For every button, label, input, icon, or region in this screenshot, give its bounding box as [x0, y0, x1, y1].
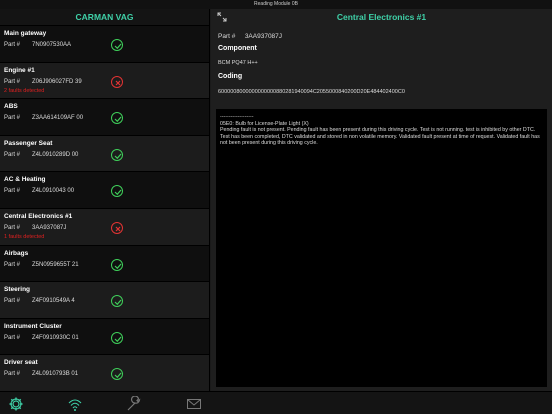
check-icon: [111, 185, 123, 198]
status-bar: Reading Module 0B: [0, 0, 552, 9]
module-detail-panel: Central Electronics #1 Part # 3AA937087J…: [211, 9, 552, 391]
fault-separator: -------------------: [220, 114, 254, 120]
module-row[interactable]: Airbags Part # Z5N0959655T 21: [0, 245, 209, 283]
module-part-value: Z06J906027FD 39: [32, 78, 82, 85]
tab-bar: [0, 391, 552, 414]
wrench-icon[interactable]: [126, 396, 142, 412]
check-icon: [111, 368, 123, 381]
check-icon: [111, 112, 123, 125]
module-part-label: Part #: [4, 151, 21, 158]
module-name: Central Electronics #1: [4, 212, 73, 220]
app-title: CARMAN VAG: [0, 9, 209, 26]
check-icon: [111, 331, 123, 344]
wifi-icon[interactable]: [67, 396, 83, 412]
fault-description: Pending fault is not present. Pending fa…: [220, 127, 540, 147]
module-part-row: Part # Z4L0910793B 01: [4, 371, 205, 377]
module-part-row: Part # 7N0907530AA: [4, 42, 205, 48]
module-row[interactable]: Driver seat Part # Z4L0910793B 01: [0, 355, 209, 391]
module-row[interactable]: ABS Part # Z3AA614109AF 00: [0, 99, 209, 136]
module-part-row: Part # Z4F0910549A 4: [4, 298, 205, 304]
module-list: Main gateway Part # 7N0907530AA Engine #1 Pa…: [0, 26, 209, 391]
module-part-label: Part #: [4, 42, 21, 48]
coding-label: Coding: [218, 73, 243, 80]
detail-part-row: Part # 3AA937087J: [218, 33, 282, 40]
module-part-label: Part #: [4, 224, 21, 231]
module-part-value: Z3AA614109AF 00: [32, 115, 84, 122]
check-icon: [111, 39, 123, 51]
module-part-value: Z4L0910793B 01: [32, 371, 79, 378]
module-part-row: Part # Z4L0910289D 00: [4, 152, 205, 158]
module-part-row: Part # Z5N0959655T 21: [4, 262, 205, 268]
module-part-value: Z4L0910289D 00: [32, 151, 79, 158]
module-name: Driver seat: [4, 359, 38, 367]
module-part-label: Part #: [4, 78, 21, 85]
module-part-row: Part # Z06J906027FD 39: [4, 79, 205, 85]
coding-value: 6000008000000000000880281940094C20550008…: [218, 89, 405, 95]
module-part-row: Part # Z4L0910043 00: [4, 188, 205, 194]
module-part-label: Part #: [4, 371, 21, 378]
expand-icon[interactable]: [217, 12, 227, 22]
module-row[interactable]: Steering Part # Z4F0910549A 4: [0, 282, 209, 319]
module-name: Instrument Cluster: [4, 322, 62, 330]
module-part-value: Z4L0910043 00: [32, 188, 75, 195]
check-icon: [111, 295, 123, 308]
check-icon: [111, 258, 123, 271]
module-list-panel: CARMAN VAG Main gateway Part # 7N0907530AA…: [0, 9, 210, 391]
module-name: Airbags: [4, 249, 29, 257]
status-bar-title: Reading Module 0B: [254, 1, 298, 7]
component-value: BCM PQ47 H++: [218, 60, 258, 66]
module-name: Engine #1: [4, 66, 35, 74]
module-part-label: Part #: [4, 334, 21, 341]
module-row[interactable]: AC & Heating Part # Z4L0910043 00: [0, 172, 209, 209]
fault-code-title: 05E0: Bulb for License-Plate Light (X): [220, 120, 309, 127]
detail-title: Central Electronics #1: [336, 12, 427, 22]
component-label: Component: [218, 45, 257, 52]
module-part-label: Part #: [4, 298, 21, 305]
mail-icon[interactable]: [186, 396, 202, 412]
gear-icon[interactable]: [8, 396, 24, 412]
module-name: Main gateway: [4, 30, 47, 37]
module-row[interactable]: Central Electronics #1 Part # 3AA937087J 1 …: [0, 208, 209, 246]
error-x-icon: [111, 75, 123, 88]
module-part-value: Z4F0910930C 01: [32, 334, 79, 341]
module-row[interactable]: Main gateway Part # 7N0907530AA: [0, 26, 209, 63]
detail-part-value: 3AA937087J: [244, 33, 283, 40]
module-part-value: Z4F0910549A 4: [32, 298, 75, 305]
detail-part-label: Part #: [218, 33, 236, 40]
module-part-value: Z5N0959655T 21: [32, 261, 79, 268]
module-part-label: Part #: [4, 115, 21, 122]
module-row[interactable]: Instrument Cluster Part # Z4F0910930C 01: [0, 318, 209, 356]
module-name: ABS: [4, 103, 18, 111]
module-part-row: Part # Z3AA614109AF 00: [4, 115, 205, 121]
module-row[interactable]: Engine #1 Part # Z06J906027FD 39 2 faults d…: [0, 62, 209, 100]
module-part-row: Part # 3AA937087J: [4, 225, 205, 231]
module-fault-text: 1 faults detected: [4, 233, 45, 240]
error-x-icon: [111, 221, 123, 234]
module-part-label: Part #: [4, 188, 21, 195]
module-name: Steering: [4, 286, 31, 294]
module-part-label: Part #: [4, 261, 21, 268]
module-row[interactable]: Passenger Seat Part # Z4L0910289D 00: [0, 135, 209, 173]
detail-header: Central Electronics #1: [211, 9, 552, 26]
module-fault-text: 2 faults detected: [4, 87, 45, 94]
module-part-value: 3AA937087J: [32, 224, 67, 231]
module-name: AC & Heating: [4, 176, 46, 184]
fault-details-box: ------------------- 05E0: Bulb for Licen…: [216, 109, 547, 387]
module-part-row: Part # Z4F0910930C 01: [4, 335, 205, 341]
module-part-value: 7N0907530AA: [32, 42, 72, 48]
check-icon: [111, 148, 123, 161]
module-name: Passenger Seat: [4, 139, 53, 147]
